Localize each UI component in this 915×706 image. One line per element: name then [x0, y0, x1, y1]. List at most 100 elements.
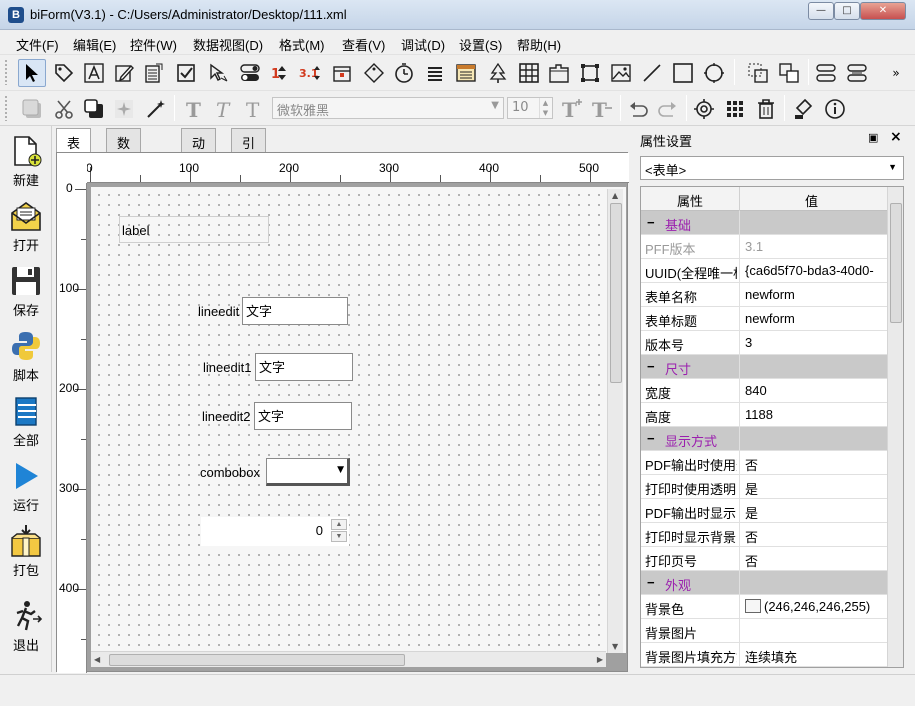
property-value[interactable]: (246,246,246,255): [745, 599, 885, 614]
line-icon[interactable]: [638, 59, 666, 87]
canvas-vertical-scrollbar[interactable]: ▲ ▼: [607, 189, 623, 653]
shadow-box-icon[interactable]: [18, 95, 46, 123]
scroll-thumb[interactable]: [610, 203, 622, 383]
property-scrollbar[interactable]: [887, 187, 903, 667]
magic-wand-icon[interactable]: [142, 95, 170, 123]
property-value[interactable]: 是: [745, 479, 885, 498]
menu-file[interactable]: 文件(F): [16, 35, 59, 54]
lineedit1-field[interactable]: 文字: [255, 353, 353, 381]
all-button[interactable]: 全部: [4, 388, 48, 450]
toolbar-grip[interactable]: [4, 95, 8, 121]
menu-widget[interactable]: 控件(W): [130, 35, 177, 54]
menu-dataview[interactable]: 数据视图(D): [193, 35, 263, 54]
form-page[interactable]: label lineedit 文字 lineedit1 文字 lineedit2…: [91, 187, 626, 653]
menu-help[interactable]: 帮助(H): [517, 35, 561, 54]
menu-debug[interactable]: 调试(D): [401, 35, 445, 54]
bold-icon[interactable]: T: [180, 95, 208, 123]
maximize-button[interactable]: □: [834, 2, 860, 20]
ellipse-icon[interactable]: [700, 59, 728, 87]
scroll-up-icon[interactable]: ▲: [612, 191, 618, 200]
tab-widget-icon[interactable]: [545, 59, 573, 87]
property-group-row[interactable]: − 基础: [641, 211, 887, 235]
table-icon[interactable]: [515, 59, 543, 87]
cursor-select-icon[interactable]: [204, 59, 232, 87]
property-value[interactable]: {ca6d5f70-bda3-40d0-: [745, 263, 885, 278]
settings-gear-icon[interactable]: [690, 95, 718, 123]
property-value[interactable]: 连续填充: [745, 647, 885, 666]
checkbox-icon[interactable]: [172, 59, 200, 87]
script-button[interactable]: 脚本: [4, 323, 48, 385]
property-value[interactable]: 3.1: [745, 239, 885, 254]
group-icon[interactable]: [744, 59, 772, 87]
spin-up-icon[interactable]: ▲: [331, 519, 347, 530]
rectangle-icon[interactable]: [669, 59, 697, 87]
panel-window-icon[interactable]: [452, 59, 480, 87]
italic-icon[interactable]: T: [210, 95, 238, 123]
close-button[interactable]: ✕: [860, 2, 906, 20]
scroll-thumb[interactable]: [109, 654, 405, 666]
toggle-icon[interactable]: [236, 59, 264, 87]
int-spin-icon[interactable]: 1: [266, 59, 294, 87]
menu-settings[interactable]: 设置(S): [459, 35, 502, 54]
scroll-right-icon[interactable]: ▶: [597, 655, 603, 664]
collapse-icon[interactable]: −: [647, 575, 739, 590]
run-button[interactable]: 运行: [4, 453, 48, 515]
tag-icon[interactable]: [50, 59, 78, 87]
tab-form[interactable]: 表单: [56, 128, 92, 170]
font-family-select[interactable]: 微软雅黑 ▼: [272, 97, 504, 119]
property-row[interactable]: PDF输出时使用透否: [641, 451, 887, 475]
collapse-icon[interactable]: −: [647, 359, 739, 374]
property-row[interactable]: 打印时显示背景否: [641, 523, 887, 547]
tab-reference-list[interactable]: 引用列表: [231, 128, 267, 208]
property-value[interactable]: 否: [745, 551, 885, 570]
property-row[interactable]: 打印页号 否: [641, 547, 887, 571]
text-label-icon[interactable]: [80, 59, 108, 87]
tab-action[interactable]: 动作: [181, 128, 217, 170]
copy-icon[interactable]: [80, 95, 108, 123]
multiline-edit-icon[interactable]: [140, 59, 168, 87]
property-row[interactable]: 表单标题 newform: [641, 307, 887, 331]
lineedit1-label[interactable]: lineedit1: [203, 360, 251, 375]
float-spin-icon[interactable]: 3.1: [296, 59, 324, 87]
cut-icon[interactable]: [50, 95, 78, 123]
float-panel-icon[interactable]: ▣: [868, 131, 878, 144]
list-icon[interactable]: [421, 59, 449, 87]
package-button[interactable]: 打包: [4, 518, 48, 580]
property-row[interactable]: PFF版本 3.1: [641, 235, 887, 259]
lineedit-label[interactable]: lineedit: [198, 304, 239, 319]
menu-edit[interactable]: 编辑(E): [73, 35, 116, 54]
open-button[interactable]: 打开: [4, 193, 48, 255]
property-value[interactable]: 3: [745, 335, 885, 350]
property-group-row[interactable]: − 显示方式: [641, 427, 887, 451]
property-row[interactable]: 打印时使用透明是: [641, 475, 887, 499]
pointer-icon[interactable]: [18, 59, 46, 87]
toolbar-overflow-icon[interactable]: »: [886, 59, 906, 87]
color-swatch[interactable]: [745, 599, 761, 613]
lineedit2-field[interactable]: 文字: [254, 402, 352, 430]
image-icon[interactable]: [607, 59, 635, 87]
property-value[interactable]: newform: [745, 311, 885, 326]
property-row[interactable]: 背景色 (246,246,246,255): [641, 595, 887, 619]
spin-down-icon[interactable]: ▼: [331, 531, 347, 542]
property-value[interactable]: 否: [745, 527, 885, 546]
redo-icon[interactable]: [654, 95, 682, 123]
combobox-field[interactable]: ▼: [266, 458, 350, 486]
scroll-thumb[interactable]: [890, 203, 902, 323]
paint-bucket-icon[interactable]: [790, 95, 818, 123]
ungroup-icon[interactable]: [775, 59, 803, 87]
menu-format[interactable]: 格式(M): [279, 35, 325, 54]
underline-icon[interactable]: T: [240, 95, 268, 123]
property-row[interactable]: 高度 1188: [641, 403, 887, 427]
undo-icon[interactable]: [624, 95, 652, 123]
spin-up-icon[interactable]: ▲: [539, 98, 551, 108]
property-row[interactable]: 背景图片填充方式连续填充: [641, 643, 887, 667]
grid-dots-icon[interactable]: [721, 95, 749, 123]
property-value[interactable]: 是: [745, 503, 885, 522]
scroll-down-icon[interactable]: ▼: [612, 642, 618, 651]
toolbar-grip[interactable]: [4, 59, 8, 85]
frame-icon[interactable]: [576, 59, 604, 87]
lineedit-field[interactable]: 文字: [242, 297, 348, 325]
font-size-spinner[interactable]: 10 ▲ ▼: [507, 97, 553, 119]
hbox-layout-icon[interactable]: [812, 59, 840, 87]
tab-dataview[interactable]: 数据视图: [106, 128, 142, 208]
